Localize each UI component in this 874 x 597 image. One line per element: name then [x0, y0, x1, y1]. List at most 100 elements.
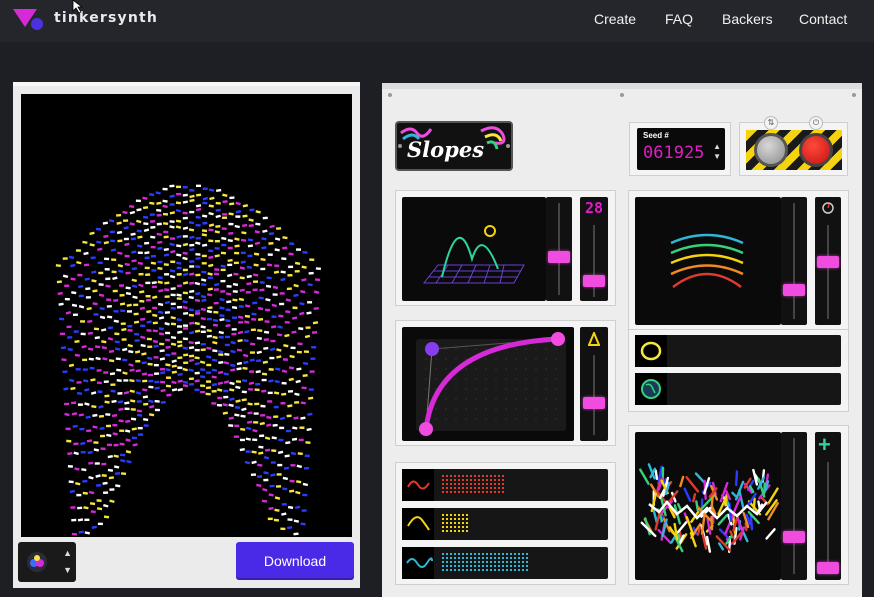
art-stroke	[226, 300, 232, 304]
seed-stepper[interactable]: ▲ ▼	[713, 142, 721, 162]
tinkersynth-logo[interactable]	[13, 7, 47, 31]
amplitude-dot	[470, 491, 472, 493]
art-stroke	[119, 293, 125, 297]
lines-side-slider[interactable]	[815, 197, 841, 325]
art-stroke	[284, 333, 290, 338]
art-stroke	[120, 322, 126, 326]
art-stroke	[314, 278, 321, 282]
art-stroke	[273, 415, 279, 418]
amplitude-dot	[466, 475, 468, 477]
noise-slider[interactable]	[781, 432, 807, 580]
amplitude-dot	[442, 522, 444, 524]
amplitude-dot	[446, 557, 448, 559]
peaks-slider[interactable]	[546, 197, 572, 301]
download-button[interactable]: Download	[236, 542, 354, 580]
chevron-down-icon[interactable]: ▼	[713, 152, 721, 162]
amplitude-dot	[482, 483, 484, 485]
art-stroke	[277, 463, 283, 467]
peaks-slider-thumb[interactable]	[548, 250, 570, 263]
art-stroke	[123, 237, 129, 241]
art-stroke	[244, 314, 251, 318]
power-button[interactable]	[799, 133, 833, 167]
art-stroke	[85, 415, 91, 419]
seed-value[interactable]: 061925	[643, 143, 704, 163]
toggle-strip[interactable]	[635, 373, 841, 405]
art-stroke	[77, 403, 83, 406]
curve-slider[interactable]	[580, 327, 608, 441]
brand-name[interactable]: tinkersynth	[54, 10, 158, 26]
amplitude-dot	[442, 491, 444, 493]
chevron-up-icon[interactable]: ▲	[63, 545, 72, 562]
waveform-strip[interactable]	[402, 547, 608, 579]
color-palette-selector[interactable]: ▲ ▼	[18, 542, 76, 582]
chevron-up-icon[interactable]: ▲	[713, 142, 721, 152]
art-stroke	[70, 263, 76, 268]
chevron-down-icon[interactable]: ▼	[63, 562, 72, 579]
art-stroke	[223, 361, 230, 365]
art-stroke	[117, 264, 124, 268]
start-point-handle[interactable]	[419, 422, 433, 436]
art-stroke	[249, 370, 255, 373]
grid-dot	[445, 418, 447, 420]
art-stroke	[136, 229, 142, 233]
nav-backers[interactable]: Backers	[722, 11, 773, 27]
nav-faq[interactable]: FAQ	[665, 11, 693, 27]
art-stroke	[241, 223, 248, 228]
art-stroke	[281, 503, 287, 506]
art-stroke	[60, 346, 67, 350]
amplitude-dot	[494, 479, 496, 481]
peaks-side-slider[interactable]: 28	[580, 197, 608, 301]
art-stroke	[230, 340, 236, 345]
art-stroke	[71, 532, 77, 536]
nav-create[interactable]: Create	[594, 11, 636, 27]
peaks-side-slider-thumb[interactable]	[583, 274, 605, 287]
art-stroke	[304, 466, 310, 470]
bezier-curve-graphic[interactable]	[402, 327, 574, 441]
art-stroke	[303, 350, 310, 354]
art-stroke	[211, 382, 218, 387]
grid-dot	[485, 358, 487, 360]
amplitude-dot	[454, 522, 456, 524]
art-stroke	[124, 242, 130, 247]
art-stroke	[182, 291, 188, 295]
art-stroke	[146, 328, 152, 332]
noise-side-slider[interactable]: +	[815, 432, 841, 580]
art-stroke	[188, 330, 195, 335]
art-stroke	[257, 329, 263, 333]
amplitude-dot	[466, 522, 468, 524]
curve-slider-thumb[interactable]	[583, 397, 605, 410]
amplitude-dot	[474, 553, 476, 555]
end-point-handle[interactable]	[551, 332, 565, 346]
lines-slider-thumb[interactable]	[783, 283, 805, 296]
art-stroke	[208, 211, 214, 216]
art-stroke	[265, 298, 271, 302]
curve-display[interactable]	[402, 327, 574, 441]
art-stroke	[169, 269, 176, 273]
nav-contact[interactable]: Contact	[799, 11, 847, 27]
lines-slider[interactable]	[781, 197, 807, 325]
art-stroke	[255, 222, 261, 226]
waveform-strip[interactable]	[402, 508, 608, 540]
toggle-strip[interactable]	[635, 335, 841, 367]
control-point-handle[interactable]	[425, 342, 439, 356]
lines-side-slider-thumb[interactable]	[817, 255, 839, 268]
art-stroke	[134, 339, 140, 342]
waveform-strip[interactable]	[402, 469, 608, 501]
noise-slider-thumb[interactable]	[783, 530, 805, 543]
randomize-button[interactable]	[754, 133, 788, 167]
art-stroke	[109, 499, 115, 504]
globe-icon	[635, 373, 667, 405]
art-stroke	[71, 412, 78, 416]
art-stroke	[114, 471, 121, 476]
art-stroke	[68, 378, 75, 383]
peaks-led-value: 28	[584, 199, 604, 217]
art-stroke	[146, 356, 153, 361]
art-stroke	[189, 265, 195, 268]
art-stroke	[176, 192, 182, 196]
amplitude-dot	[474, 565, 476, 567]
noise-side-slider-thumb[interactable]	[817, 562, 839, 574]
art-stroke	[195, 184, 202, 188]
art-stroke	[230, 349, 236, 354]
palette-arrows[interactable]: ▲ ▼	[63, 545, 72, 579]
art-stroke	[201, 254, 207, 258]
